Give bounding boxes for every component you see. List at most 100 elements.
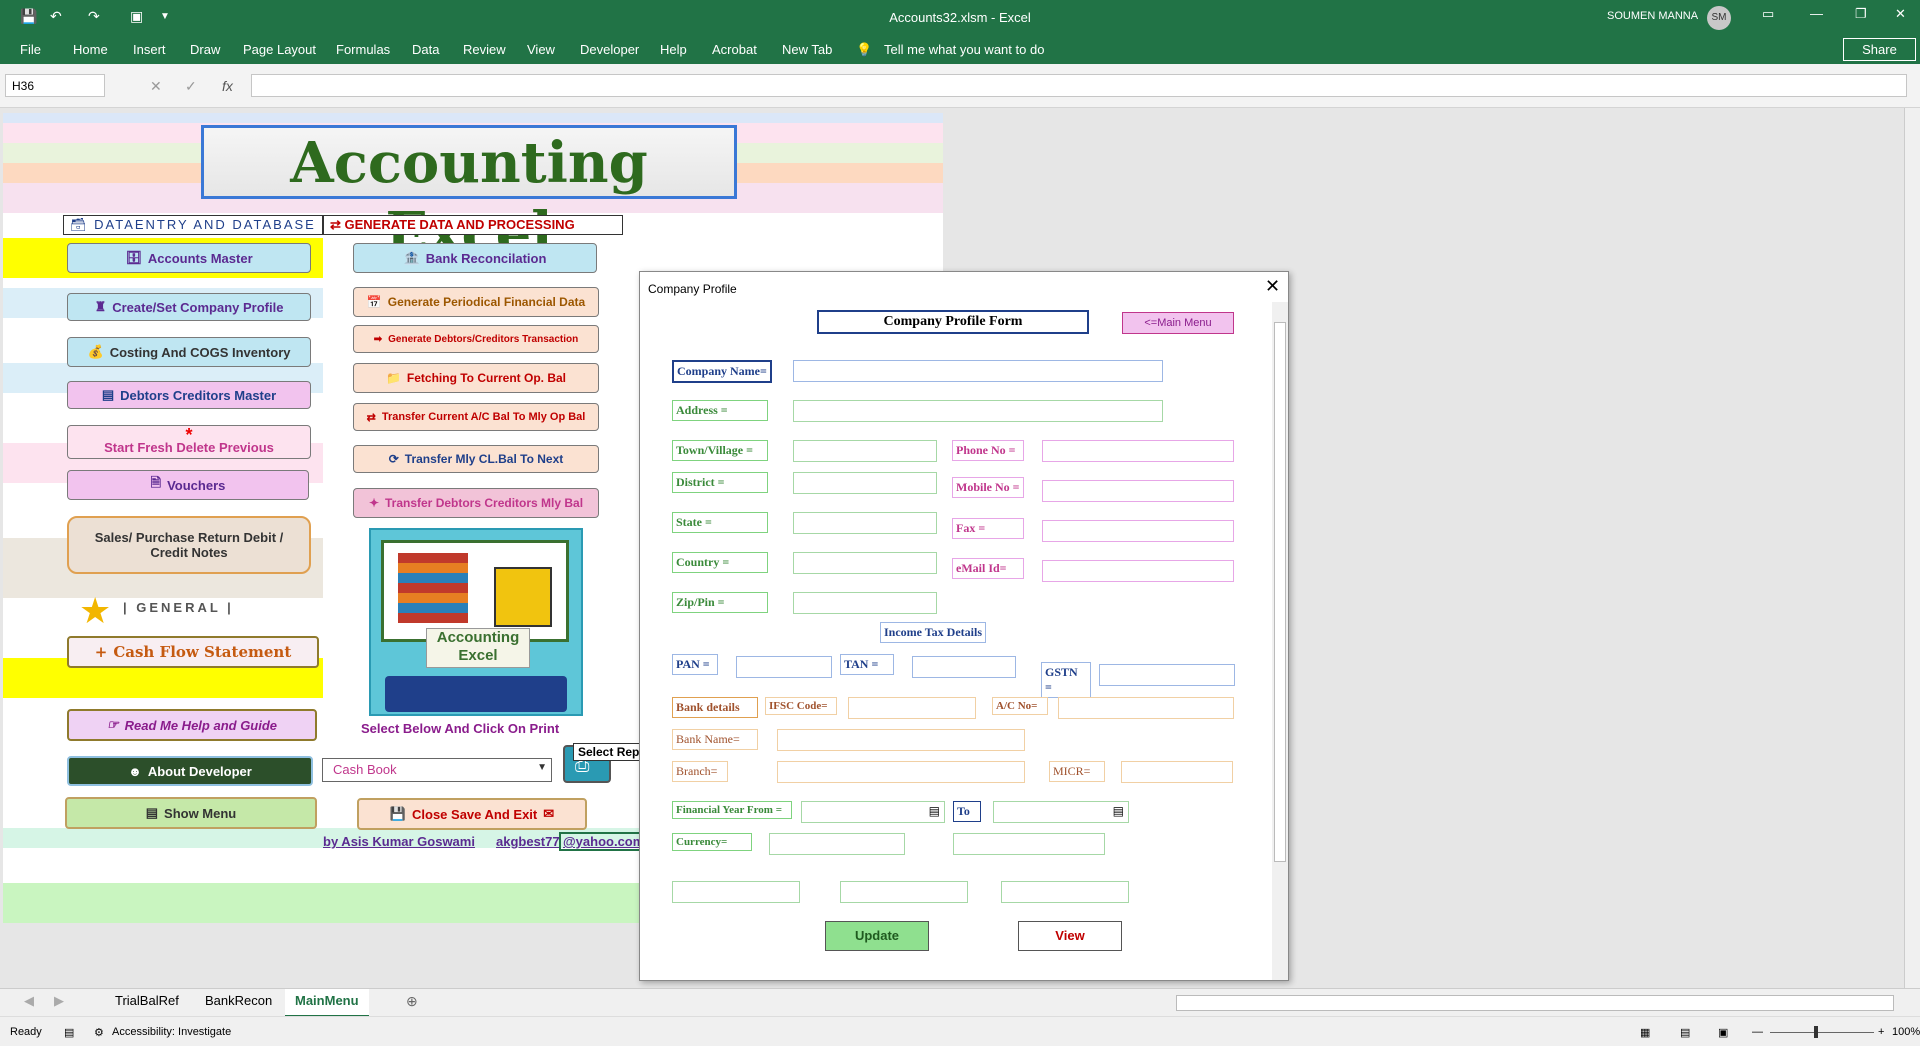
zoom-in-icon[interactable]: + [1878, 1026, 1884, 1038]
fy-to-input[interactable]: ▤ [993, 801, 1129, 823]
horizontal-scrollbar[interactable] [1176, 995, 1894, 1011]
chevron-down-icon[interactable]: ▼ [537, 762, 547, 773]
close-save-exit-button[interactable]: 💾 Close Save And Exit ✉ [357, 798, 587, 830]
tab-scroll-left-icon[interactable]: ◀ [24, 993, 34, 1009]
phone-input[interactable] [1042, 440, 1234, 462]
cancel-icon[interactable]: ✕ [150, 78, 162, 95]
tab-file[interactable]: File [20, 42, 41, 57]
name-box[interactable]: H36 [5, 74, 105, 97]
cash-flow-button[interactable]: + Cash Flow Statement [67, 636, 319, 668]
town-input[interactable] [793, 440, 937, 462]
insert-function-icon[interactable]: fx [222, 78, 233, 94]
tab-scroll-right-icon[interactable]: ▶ [54, 993, 64, 1009]
vertical-scrollbar[interactable] [1904, 108, 1920, 988]
country-input[interactable] [793, 552, 937, 574]
read-me-button[interactable]: ☞ Read Me Help and Guide [67, 709, 317, 741]
accounts-master-button[interactable]: 🗄 Accounts Master [67, 243, 311, 273]
extra-field-1[interactable] [672, 881, 800, 903]
fax-input[interactable] [1042, 520, 1234, 542]
fy-from-input[interactable]: ▤ [801, 801, 945, 823]
acno-input[interactable] [1058, 697, 1234, 719]
extra-field-2[interactable] [840, 881, 968, 903]
address-input[interactable] [793, 400, 1163, 422]
tab-view[interactable]: View [527, 42, 555, 57]
view-button[interactable]: View [1018, 921, 1122, 951]
transfer-current-bal-button[interactable]: ⇄ Transfer Current A/C Bal To Mly Op Bal [353, 403, 599, 431]
add-sheet-icon[interactable]: ⊕ [406, 993, 418, 1010]
generate-debtors-creditors-button[interactable]: ➡ Generate Debtors/Creditors Transaction [353, 325, 599, 353]
normal-view-icon[interactable]: ▦ [1640, 1026, 1650, 1039]
zip-input[interactable] [793, 592, 937, 614]
tell-me-search[interactable]: Tell me what you want to do [884, 42, 1044, 57]
extra-field-3[interactable] [1001, 881, 1129, 903]
tab-developer[interactable]: Developer [580, 42, 639, 57]
micr-input[interactable] [1121, 761, 1233, 783]
zoom-slider[interactable] [1770, 1032, 1874, 1033]
tab-review[interactable]: Review [463, 42, 506, 57]
sheet-tab-trialbalref[interactable]: TrialBalRef [115, 993, 179, 1008]
page-break-view-icon[interactable]: ▣ [1718, 1026, 1728, 1039]
costing-cogs-button[interactable]: 💰 Costing And COGS Inventory [67, 337, 311, 367]
zoom-level[interactable]: 100% [1892, 1026, 1920, 1038]
minimize-icon[interactable]: — [1810, 6, 1823, 21]
tab-acrobat[interactable]: Acrobat [712, 42, 757, 57]
tab-new-tab[interactable]: New Tab [782, 42, 832, 57]
calendar-picker-icon[interactable]: ▤ [929, 804, 940, 818]
tab-help[interactable]: Help [660, 42, 687, 57]
currency-input[interactable] [769, 833, 905, 855]
bank-reconcilation-button[interactable]: 🏦 Bank Reconcilation [353, 243, 597, 273]
main-menu-button[interactable]: <=Main Menu [1122, 312, 1234, 334]
sheet-tab-mainmenu[interactable]: MainMenu [285, 989, 369, 1017]
email-link-b[interactable]: @yahoo.com [559, 832, 649, 851]
transfer-debtors-creditors-button[interactable]: ✦ Transfer Debtors Creditors Mly Bal [353, 488, 599, 518]
gstn-input[interactable] [1099, 664, 1235, 686]
mobile-input[interactable] [1042, 480, 1234, 502]
debtors-creditors-master-button[interactable]: ▤ Debtors Creditors Master [67, 381, 311, 409]
sales-purchase-return-button[interactable]: Sales/ Purchase Return Debit / Credit No… [67, 516, 311, 574]
tan-input[interactable] [912, 656, 1016, 678]
show-menu-button[interactable]: ▤ Show Menu [65, 797, 317, 829]
calendar-picker-icon-2[interactable]: ▤ [1113, 804, 1124, 818]
start-fresh-button[interactable]: * Start Fresh Delete Previous [67, 425, 311, 459]
tab-home[interactable]: Home [73, 42, 108, 57]
page-layout-view-icon[interactable]: ▤ [1680, 1026, 1690, 1039]
company-name-input[interactable] [793, 360, 1163, 382]
about-developer-button[interactable]: ☻ About Developer [67, 756, 313, 786]
email-link-a[interactable]: akgbest77 [496, 834, 560, 849]
avatar[interactable]: SM [1707, 6, 1731, 30]
bank-name-input[interactable] [777, 729, 1025, 751]
vouchers-button[interactable]: 🗎 Vouchers [67, 470, 309, 500]
fetching-op-bal-button[interactable]: 📁 Fetching To Current Op. Bal [353, 363, 599, 393]
update-button[interactable]: Update [825, 921, 929, 951]
ifsc-input[interactable] [848, 697, 976, 719]
enter-icon[interactable]: ✓ [185, 78, 197, 95]
macro-record-icon[interactable]: ▤ [64, 1026, 74, 1039]
zoom-slider-thumb[interactable] [1814, 1026, 1818, 1038]
worksheet[interactable]: Accounting Excel 🗃 DATAENTRY AND DATABAS… [0, 108, 1904, 988]
email-input[interactable] [1042, 560, 1234, 582]
currency-extra-input[interactable] [953, 833, 1105, 855]
tab-insert[interactable]: Insert [133, 42, 166, 57]
sheet-tab-bankrecon[interactable]: BankRecon [205, 993, 272, 1008]
tab-page-layout[interactable]: Page Layout [243, 42, 316, 57]
dialog-scroll-thumb[interactable] [1274, 322, 1286, 862]
tab-draw[interactable]: Draw [190, 42, 220, 57]
tab-formulas[interactable]: Formulas [336, 42, 390, 57]
company-profile-button[interactable]: ♜ Create/Set Company Profile [67, 293, 311, 321]
accessibility-status[interactable]: Accessibility: Investigate [112, 1026, 231, 1038]
formula-input[interactable] [251, 74, 1907, 97]
branch-input[interactable] [777, 761, 1025, 783]
dialog-scrollbar[interactable] [1272, 302, 1288, 980]
pan-input[interactable] [736, 656, 832, 678]
district-input[interactable] [793, 472, 937, 494]
report-select[interactable]: Cash Book ▼ [322, 758, 552, 782]
ribbon-display-icon[interactable]: ▭ [1762, 6, 1774, 22]
restore-icon[interactable]: ❐ [1855, 6, 1867, 22]
generate-periodical-button[interactable]: 📅 Generate Periodical Financial Data [353, 287, 599, 317]
dialog-close-icon[interactable]: ✕ [1265, 276, 1280, 297]
tab-data[interactable]: Data [412, 42, 439, 57]
share-button[interactable]: Share [1843, 38, 1916, 61]
state-input[interactable] [793, 512, 937, 534]
zoom-out-icon[interactable]: — [1752, 1026, 1763, 1038]
close-icon[interactable]: ✕ [1895, 6, 1906, 22]
